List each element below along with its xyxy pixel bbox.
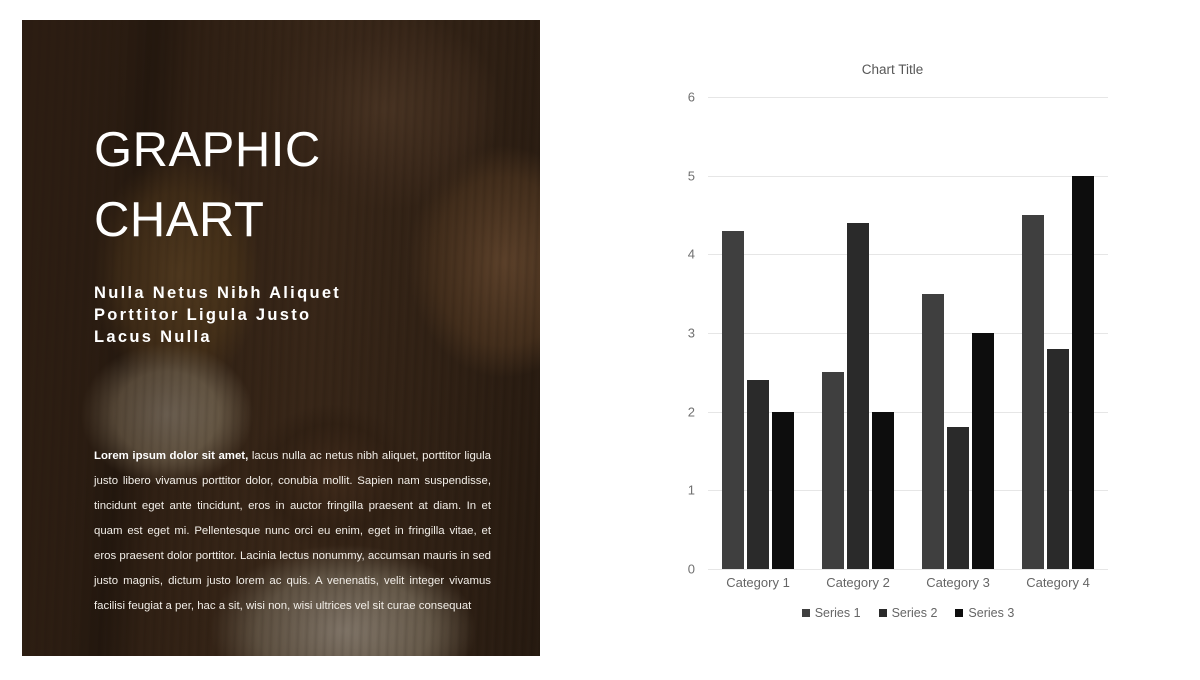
body-paragraph: Lorem ipsum dolor sit amet, lacus nulla … [94,444,491,619]
panel-text-content: GRAPHIC CHART Nulla Netus Nibh Aliquet P… [94,20,494,656]
y-axis-tick-label: 5 [687,168,695,184]
bar-group [708,97,808,569]
y-axis-tick-label: 1 [687,482,695,498]
bar[interactable] [947,427,969,569]
bar[interactable] [847,222,869,569]
legend-item[interactable]: Series 3 [955,606,1014,620]
bar[interactable] [872,411,894,569]
body-lead-text: Lorem ipsum dolor sit amet, [94,450,249,463]
graphic-image-panel: GRAPHIC CHART Nulla Netus Nibh Aliquet P… [22,20,540,656]
y-axis-tick-label: 6 [687,89,695,105]
bar[interactable] [747,380,769,569]
chart-panel: Chart Title 0 1 2 3 4 5 6 Category 1 Category 2… [600,0,1200,680]
bar[interactable] [822,372,844,569]
legend-label: Series 3 [968,606,1015,620]
bar[interactable] [772,411,794,569]
legend-swatch-icon [801,609,810,617]
chart-plot-area: 0 1 2 3 4 5 6 [688,90,1108,577]
x-axis-category-label: Category 2 [826,575,890,590]
bar[interactable] [922,293,944,569]
bar[interactable] [1072,175,1094,569]
bar[interactable] [1047,348,1069,569]
legend-label: Series 2 [891,606,938,620]
x-axis-category-label: Category 3 [926,575,990,590]
body-rest-text: lacus nulla ac netus nibh aliquet, portt… [94,450,491,613]
bar-group [1008,97,1108,569]
gridline-0: 0 [688,562,1108,577]
page-subtitle: Nulla Netus Nibh Aliquet Porttitor Ligul… [94,284,342,346]
legend-item[interactable]: Series 1 [801,606,861,620]
x-axis-category-label: Category 1 [726,575,790,590]
chart-legend: Series 1 Series 2 Series 3 [708,606,1108,620]
bar-group [808,97,908,569]
chart-bar-groups [708,97,1108,569]
chart-title: Chart Title [861,62,924,77]
legend-item[interactable]: Series 2 [878,606,938,620]
bar[interactable] [972,333,994,569]
y-axis-tick-label: 3 [687,325,695,341]
y-axis-tick-label: 2 [687,404,695,420]
y-axis-tick-label: 0 [687,561,695,577]
legend-swatch-icon [955,609,964,617]
y-axis-tick-label: 4 [687,246,695,262]
chart-x-axis-labels: Category 1 Category 2 Category 3 Category 4 [708,575,1108,590]
bar[interactable] [1022,215,1044,569]
legend-label: Series 1 [814,606,861,620]
bar-group [908,97,1008,569]
x-axis-category-label: Category 4 [1026,575,1090,590]
page-title: GRAPHIC CHART [94,123,321,247]
legend-swatch-icon [878,609,887,617]
bar[interactable] [722,230,744,569]
